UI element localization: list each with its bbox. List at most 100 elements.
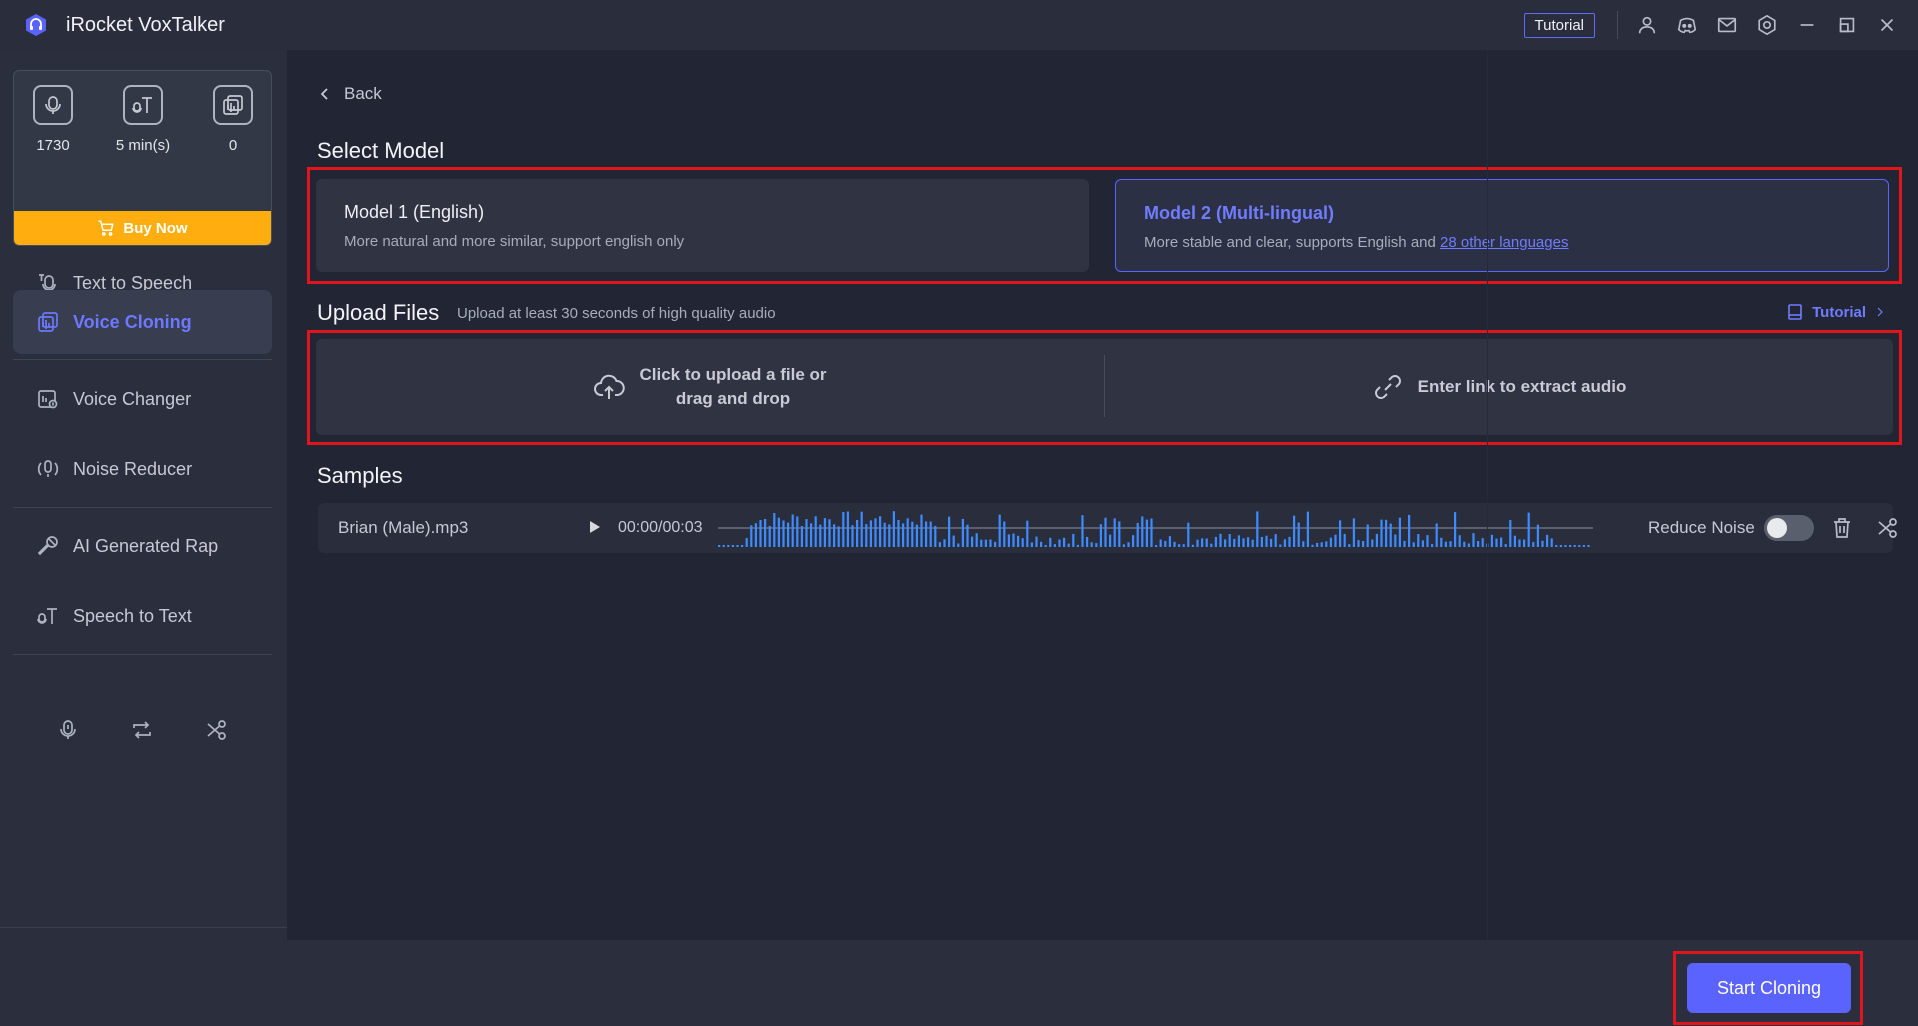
waveform-bar <box>1394 534 1397 547</box>
waveform-bar <box>1058 539 1061 547</box>
waveform-bar <box>1196 539 1199 547</box>
sidebar-item-label: AI Generated Rap <box>73 535 219 556</box>
buy-now-button[interactable]: Buy Now <box>14 211 271 245</box>
sidebar-item-voice-changer[interactable]: Voice Changer <box>13 367 272 431</box>
waveform-bar <box>787 522 790 547</box>
waveform-bar <box>1440 537 1443 547</box>
waveform-bar <box>1541 540 1544 547</box>
waveform-bar <box>1237 535 1240 547</box>
sidebar-item-noise-reducer[interactable]: Noise Reducer <box>13 437 272 501</box>
waveform-bar <box>1099 524 1102 547</box>
waveform-bar <box>1219 533 1222 547</box>
waveform-bar <box>1270 538 1273 547</box>
trash-icon[interactable] <box>1830 516 1854 540</box>
waveform-bar <box>1233 538 1236 547</box>
model-2-card[interactable]: Model 2 (Multi-lingual) More stable and … <box>1115 179 1889 272</box>
waveform-bar <box>800 526 803 547</box>
waveform-bar <box>1049 537 1052 547</box>
waveform-bar <box>883 522 886 547</box>
sidebar-item-label: Voice Cloning <box>73 311 192 332</box>
user-icon[interactable] <box>1636 14 1658 36</box>
chevron-right-icon <box>1877 307 1883 317</box>
waveform-bar <box>773 513 776 547</box>
noise-reducer-icon <box>35 456 61 482</box>
book-icon <box>1788 304 1802 320</box>
back-button[interactable]: Back <box>318 84 382 104</box>
waveform-bar <box>1573 545 1576 547</box>
waveform-bar <box>1532 542 1535 547</box>
waveform-bar <box>1283 539 1286 547</box>
reduce-noise-label: Reduce Noise <box>1648 518 1755 537</box>
waveform-bar <box>1513 535 1516 547</box>
waveform-bar <box>1145 519 1148 547</box>
reduce-noise-toggle[interactable] <box>1764 515 1814 541</box>
waveform-bar <box>1141 516 1144 547</box>
waveform-bar <box>1214 536 1217 547</box>
waveform-bar <box>1302 541 1305 547</box>
waveform-bar <box>1329 537 1332 547</box>
waveform-bar <box>1067 543 1070 547</box>
waveform-bar <box>1003 521 1006 547</box>
waveform-bar <box>796 516 799 547</box>
sidebar-item-speech-to-text[interactable]: Speech to Text <box>13 584 272 648</box>
waveform-bar <box>1536 524 1539 547</box>
cut-icon[interactable] <box>203 716 231 744</box>
enter-link-button[interactable]: Enter link to extract audio <box>1105 339 1893 435</box>
waveform-bar <box>1435 523 1438 547</box>
waveform-bar <box>1132 535 1135 547</box>
cut-icon[interactable] <box>1876 516 1900 540</box>
tutorial-button[interactable]: Tutorial <box>1523 12 1595 38</box>
waveform-bar <box>1366 524 1369 547</box>
waveform-bar <box>1113 518 1116 547</box>
waveform-bar <box>934 525 937 547</box>
speech-to-text-icon <box>35 603 61 629</box>
other-languages-link[interactable]: 28 other languages <box>1440 234 1568 251</box>
waveform-bar <box>998 514 1001 547</box>
waveform-bar <box>1504 544 1507 547</box>
waveform-bar <box>1026 520 1029 547</box>
waveform-bar <box>1348 544 1351 547</box>
model-1-card[interactable]: Model 1 (English) More natural and more … <box>316 179 1089 272</box>
model-highlight: Model 1 (English) More natural and more … <box>307 167 1902 284</box>
waveform-bar <box>1495 538 1498 547</box>
waveform-bar <box>902 523 905 547</box>
titlebar-divider <box>1617 11 1618 39</box>
close-icon[interactable] <box>1876 14 1898 36</box>
tutorial-link[interactable]: Tutorial <box>1786 303 1886 321</box>
sidebar-divider <box>13 359 272 360</box>
waveform-bar <box>906 518 909 547</box>
upload-highlight: Click to upload a file or drag and drop … <box>307 330 1902 445</box>
credit-item: 5 min(s) <box>113 85 173 154</box>
footer-bar: Start Cloning <box>287 940 1918 1026</box>
sidebar-item-voice-cloning[interactable]: Voice Cloning <box>13 290 272 354</box>
mail-icon[interactable] <box>1716 14 1738 36</box>
settings-icon[interactable] <box>1756 14 1778 36</box>
waveform-bar <box>842 512 845 547</box>
discord-icon[interactable] <box>1676 14 1698 36</box>
play-icon[interactable] <box>586 519 602 535</box>
sample-name: Brian (Male).mp3 <box>338 518 469 537</box>
start-cloning-button[interactable]: Start Cloning <box>1687 963 1851 1013</box>
waveform-bar <box>1477 541 1480 547</box>
waveform-bar <box>805 519 808 547</box>
waveform[interactable] <box>718 509 1593 547</box>
sample-time: 00:00/00:03 <box>618 519 703 536</box>
sidebar-item-ai-generated-rap[interactable]: AI Generated Rap <box>13 514 272 578</box>
convert-icon[interactable] <box>128 716 156 744</box>
sidebar-bottom-divider <box>0 927 287 928</box>
waveform-bar <box>759 520 762 547</box>
upload-subtitle: Upload at least 30 seconds of high quali… <box>457 305 776 322</box>
waveform-bar <box>828 519 831 547</box>
start-cloning-highlight: Start Cloning <box>1673 951 1863 1025</box>
upload-file-dropzone[interactable]: Click to upload a file or drag and drop <box>316 339 1104 435</box>
minimize-icon[interactable] <box>1796 14 1818 36</box>
waveform-bar <box>1481 538 1484 547</box>
restore-icon[interactable] <box>1836 14 1858 36</box>
waveform-bar <box>731 545 734 547</box>
record-icon[interactable] <box>54 716 82 744</box>
upload-area: Click to upload a file or drag and drop … <box>316 339 1893 435</box>
waveform-bar <box>768 525 771 547</box>
sidebar-tools <box>13 716 272 744</box>
waveform-bar <box>1412 542 1415 547</box>
waveform-bar <box>1527 512 1530 547</box>
